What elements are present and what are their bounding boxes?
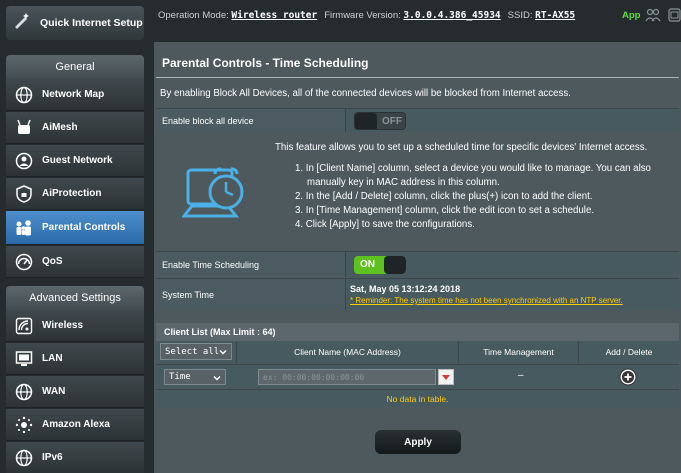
nav-item-wireless[interactable]: Wireless [6,310,144,342]
system-time-row: System Time Sat, May 05 13:12:24 2018 * … [156,278,679,310]
time-rule-value: Time [169,372,191,382]
nav-label: Amazon Alexa [42,419,110,430]
add-client-button[interactable] [619,368,637,391]
block-all-label: Enable block all device [156,109,346,132]
nav-label: Network Map [42,89,105,100]
family-icon [14,218,34,238]
divider [156,77,679,78]
ssid-label: SSID: [507,9,533,21]
feature-info: This feature allows you to set up a sche… [156,134,679,242]
firmware-version-label: Firmware Version: [324,9,401,21]
quick-internet-setup-button[interactable]: Quick Internet Setup [6,6,144,40]
nav-label: Guest Network [42,155,113,166]
instruction-step: 2. In the [Add / Delete] column, click t… [295,191,593,202]
nav-label: LAN [42,353,63,364]
client-list-columns: Select all Client Name (MAC Address) Tim… [156,341,679,363]
page-title: Parental Controls - Time Scheduling [162,56,369,70]
time-scheduling-label: Enable Time Scheduling [156,252,346,277]
block-all-row: Enable block all device OFF [156,108,679,132]
globe-icon [14,448,34,468]
client-input-row: Time ex: 00:00:00:00:00:00 – [156,364,679,388]
block-all-value: OFF [354,109,406,132]
instruction-step: 1. In [Client Name] column, select a dev… [295,163,651,174]
time-scheduling-toggle[interactable]: ON [354,255,406,274]
instruction-step: 3. In [Time Management] column, click th… [295,205,595,216]
system-time-label: System Time [156,279,346,310]
feature-heading: This feature allows you to set up a sche… [275,142,648,153]
alexa-icon [14,415,34,435]
instruction-step: manually key in MAC address in this colu… [307,177,500,188]
lock-icon [14,184,34,204]
gauge-icon [14,252,34,272]
quick-internet-setup-label: Quick Internet Setup [40,16,143,29]
page-description: By enabling Block All Devices, all of th… [160,88,571,99]
block-all-toggle[interactable]: OFF [354,111,406,130]
nav-label: Wireless [42,320,84,331]
magic-wand-icon [12,11,32,36]
router-admin-page: Quick Internet Setup General Network Map… [0,0,681,473]
nav-item-network-map[interactable]: Network Map [6,79,144,111]
chevron-down-icon [219,348,227,359]
nav-item-parental-controls[interactable]: Parental Controls [6,211,144,245]
operation-mode-label: Operation Mode: [158,9,229,21]
time-scheduling-row: Enable Time Scheduling ON [156,251,679,277]
nav-item-wan[interactable]: WAN [6,376,144,408]
guest-icon [14,151,34,171]
nav-item-amazon-alexa[interactable]: Amazon Alexa [6,409,144,441]
general-section-header: General [6,55,144,79]
add-delete-column-header: Add / Delete [578,341,679,363]
nav-label: Parental Controls [42,222,126,233]
schedule-clock-icon [180,164,250,231]
client-dropdown-button[interactable] [438,369,454,385]
nav-label: QoS [42,256,63,267]
toggle-state: ON [360,258,375,270]
toggle-state: OFF [382,115,402,127]
ssid-link[interactable]: RT-AX55 [535,10,575,21]
people-icon[interactable] [645,7,661,26]
client-mac-input[interactable]: ex: 00:00:00:00:00:00 [258,369,436,385]
system-time-text: Sat, May 05 13:12:24 2018 [350,284,461,294]
firmware-version-link[interactable]: 3.0.0.4.386_45934 [403,10,500,21]
ntp-reminder-link[interactable]: * Reminder: The system time has not been… [350,296,623,305]
nav-item-aiprotection[interactable]: AiProtection [6,178,144,210]
nav-item-ipv6[interactable]: IPv6 [6,442,144,473]
usb-icon[interactable] [668,7,681,26]
globe-icon [14,382,34,402]
globe-icon [14,85,34,105]
apply-button[interactable]: Apply [375,430,461,454]
select-all-value: Select all [165,346,220,357]
operation-mode-link[interactable]: Wireless router [231,10,317,21]
app-link[interactable]: App [622,10,640,21]
system-time-value: Sat, May 05 13:12:24 2018 * Reminder: Th… [350,279,623,310]
nav-label: AiMesh [42,122,78,133]
time-management-value: – [518,370,524,381]
toggle-knob [355,112,377,129]
advanced-section-header: Advanced Settings [6,286,144,310]
nav-item-guest-network[interactable]: Guest Network [6,145,144,177]
sidebar: Quick Internet Setup General Network Map… [0,0,150,473]
client-list-header: Client List (Max Limit : 64) [156,323,679,341]
time-scheduling-value: ON [354,252,406,277]
chevron-down-icon [213,374,221,385]
wifi-icon [14,316,34,336]
nav-item-qos[interactable]: QoS [6,246,144,278]
nav-label: IPv6 [42,452,63,463]
nav-item-aimesh[interactable]: AiMesh [6,112,144,144]
toggle-knob [384,255,406,274]
nav-item-lan[interactable]: LAN [6,343,144,375]
plus-circle-icon [619,368,637,386]
nav-label: AiProtection [42,188,102,199]
select-all-dropdown[interactable]: Select all [160,343,232,360]
nav-label: WAN [42,386,66,397]
monitor-icon [14,349,34,369]
status-bar: Operation Mode: Wireless router Firmware… [150,0,681,30]
instruction-list: 1. In [Client Name] column, select a dev… [295,162,651,232]
time-rule-dropdown[interactable]: Time [164,369,226,385]
empty-table-message: No data in table. [156,389,679,407]
mesh-icon [14,118,34,138]
client-name-column-header: Client Name (MAC Address) [236,341,458,363]
main-panel: Parental Controls - Time Scheduling By e… [154,42,681,473]
time-management-column-header: Time Management [458,341,578,363]
instruction-step: 4. Click [Apply] to save the configurati… [295,219,475,230]
